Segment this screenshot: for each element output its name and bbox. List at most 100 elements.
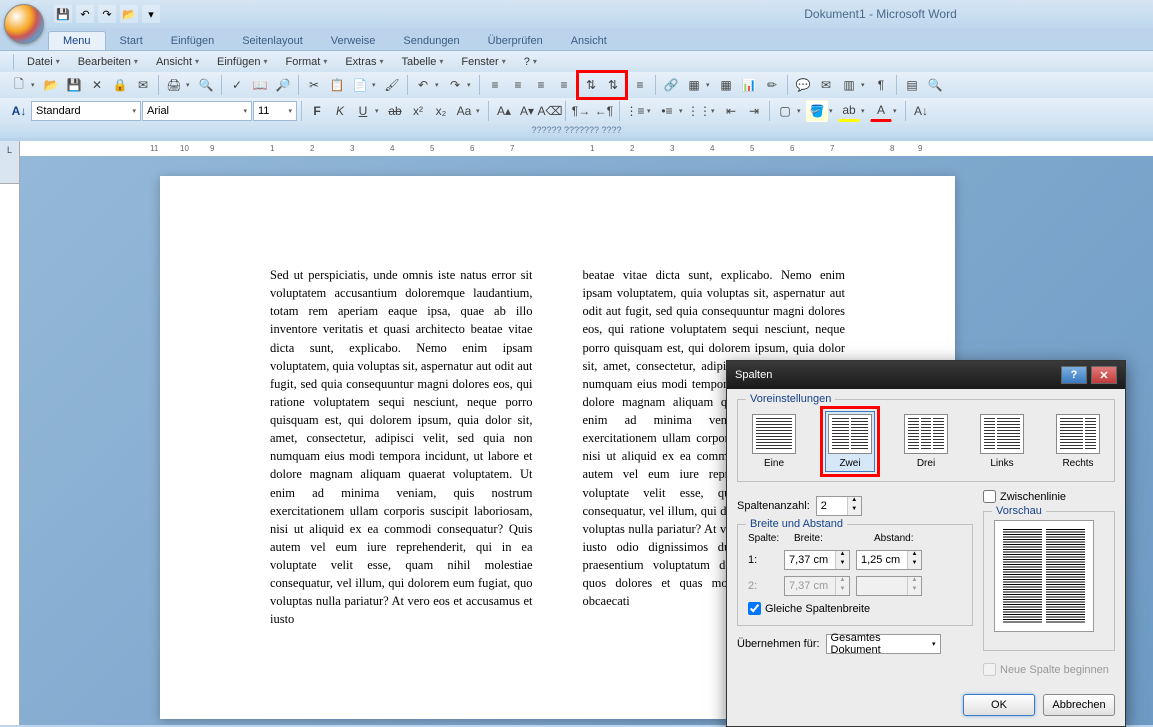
equal-width-checkbox[interactable] (748, 602, 761, 615)
tab-start[interactable]: Start (106, 32, 157, 50)
open-icon[interactable]: 📂 (120, 5, 138, 23)
menu-format[interactable]: Format▾ (277, 54, 335, 70)
comment-icon[interactable]: 💬 (792, 74, 814, 96)
cut-icon[interactable]: ✂ (303, 74, 325, 96)
align-center-icon[interactable]: ≡ (507, 74, 529, 96)
vertical-ruler[interactable] (0, 156, 20, 725)
columns-icon[interactable]: ▥ (838, 74, 860, 96)
table-icon[interactable]: ▦ (683, 74, 705, 96)
line-spacing-icon[interactable]: ⇅ (580, 74, 602, 96)
drawing-icon[interactable]: ✏ (761, 74, 783, 96)
numbering-icon[interactable]: ⋮≡ (624, 100, 646, 122)
new-doc-icon[interactable]: 🗋 (8, 74, 30, 96)
tab-ansicht[interactable]: Ansicht (557, 32, 621, 50)
font-size-combo[interactable]: 11▾ (253, 101, 297, 121)
distribute-icon[interactable]: ≡ (629, 74, 651, 96)
mail-icon[interactable]: ✉ (132, 74, 154, 96)
paste-icon[interactable]: 📄 (349, 74, 371, 96)
menu-fenster[interactable]: Fenster▾ (453, 54, 513, 70)
highlight-icon[interactable]: ab (838, 100, 860, 122)
font-combo[interactable]: Arial▾ (142, 101, 252, 121)
borders-icon[interactable]: ▢ (774, 100, 796, 122)
tab-sendungen[interactable]: Sendungen (389, 32, 473, 50)
menu-extras[interactable]: Extras▾ (337, 54, 391, 70)
redo-icon[interactable]: ↷ (98, 5, 116, 23)
spellcheck-icon[interactable]: ✓ (226, 74, 248, 96)
ok-button[interactable]: OK (963, 694, 1035, 716)
apply-to-dropdown[interactable]: Gesamtes Dokument▾ (826, 634, 941, 654)
paragraph-spacing-icon[interactable]: ⇅ (602, 74, 624, 96)
undo-icon[interactable]: ↶ (76, 5, 94, 23)
align-right-icon[interactable]: ≡ (530, 74, 552, 96)
doc-map-icon[interactable]: ▤ (901, 74, 923, 96)
show-hide-icon[interactable]: ¶ (870, 74, 892, 96)
align-left-icon[interactable]: ≡ (484, 74, 506, 96)
zoom-icon[interactable]: 🔍 (924, 74, 946, 96)
underline-icon[interactable]: U (352, 100, 374, 122)
menu-help[interactable]: ?▾ (516, 54, 545, 70)
rtl-icon[interactable]: ←¶ (593, 100, 615, 122)
shading-icon[interactable]: 🪣 (806, 100, 828, 122)
preset-left[interactable]: Links (978, 412, 1026, 471)
cancel-button[interactable]: Abbrechen (1043, 694, 1115, 716)
thesaurus-icon[interactable]: 📖 (249, 74, 271, 96)
ltr-icon[interactable]: ¶→ (570, 100, 592, 122)
align-justify-icon[interactable]: ≡ (553, 74, 575, 96)
strikethrough-icon[interactable]: ab (384, 100, 406, 122)
italic-icon[interactable]: K (329, 100, 351, 122)
sort-icon[interactable]: A↓ (910, 100, 932, 122)
menu-einfuegen[interactable]: Einfügen▾ (209, 54, 275, 70)
decrease-indent-icon[interactable]: ⇤ (720, 100, 742, 122)
qat-dropdown-icon[interactable]: ▾ (142, 5, 160, 23)
text-column-1[interactable]: Sed ut perspiciatis, unde omnis iste nat… (270, 266, 533, 629)
excel-icon[interactable]: ▦ (715, 74, 737, 96)
increase-indent-icon[interactable]: ⇥ (743, 100, 765, 122)
grow-font-icon[interactable]: A▴ (493, 100, 515, 122)
tab-einfuegen[interactable]: Einfügen (157, 32, 228, 50)
preset-right[interactable]: Rechts (1054, 412, 1102, 471)
menu-datei[interactable]: Datei▾ (19, 54, 68, 70)
preset-three[interactable]: Drei (902, 412, 950, 471)
redo-icon[interactable]: ↷ (444, 74, 466, 96)
format-painter-icon[interactable]: 🖌 (381, 74, 403, 96)
menu-bearbeiten[interactable]: Bearbeiten▾ (70, 54, 146, 70)
menu-ansicht[interactable]: Ansicht▾ (148, 54, 207, 70)
tab-ueberpruefen[interactable]: Überprüfen (474, 32, 557, 50)
divider-line-checkbox[interactable] (983, 490, 996, 503)
research-icon[interactable]: 🔎 (272, 74, 294, 96)
chart-icon[interactable]: 📊 (738, 74, 760, 96)
menu-tabelle[interactable]: Tabelle▾ (394, 54, 452, 70)
dialog-help-button[interactable]: ? (1061, 366, 1087, 384)
tab-seitenlayout[interactable]: Seitenlayout (228, 32, 317, 50)
undo-icon[interactable]: ↶ (412, 74, 434, 96)
change-case-icon[interactable]: Aa (453, 100, 475, 122)
superscript-icon[interactable]: x² (407, 100, 429, 122)
col-count-spinner[interactable]: ▲▼ (816, 496, 862, 516)
multilevel-icon[interactable]: ⋮⋮ (688, 100, 710, 122)
dialog-titlebar[interactable]: Spalten ? ✕ (727, 361, 1125, 389)
copy-icon[interactable]: 📋 (326, 74, 348, 96)
close-icon[interactable]: ✕ (86, 74, 108, 96)
preset-two[interactable]: Zwei (826, 412, 874, 471)
save-icon[interactable]: 💾 (54, 5, 72, 23)
open-icon[interactable]: 📂 (40, 74, 62, 96)
permissions-icon[interactable]: 🔒 (109, 74, 131, 96)
hyperlink-icon[interactable]: 🔗 (660, 74, 682, 96)
width-1-spinner[interactable]: ▲▼ (784, 550, 850, 570)
style-combo[interactable]: Standard▾ (31, 101, 141, 121)
clear-format-icon[interactable]: A⌫ (539, 100, 561, 122)
font-color-icon[interactable]: A (870, 100, 892, 122)
office-button[interactable] (4, 4, 44, 44)
gap-1-spinner[interactable]: ▲▼ (856, 550, 922, 570)
save-icon[interactable]: 💾 (63, 74, 85, 96)
bold-icon[interactable]: F (306, 100, 328, 122)
preset-one[interactable]: Eine (750, 412, 798, 471)
print-preview-icon[interactable]: 🔍 (195, 74, 217, 96)
bullets-icon[interactable]: •≡ (656, 100, 678, 122)
subscript-icon[interactable]: x₂ (430, 100, 452, 122)
shrink-font-icon[interactable]: A▾ (516, 100, 538, 122)
styles-pane-icon[interactable]: A↓ (8, 100, 30, 122)
dialog-close-button[interactable]: ✕ (1091, 366, 1117, 384)
envelope-icon[interactable]: ✉ (815, 74, 837, 96)
tab-verweise[interactable]: Verweise (317, 32, 390, 50)
